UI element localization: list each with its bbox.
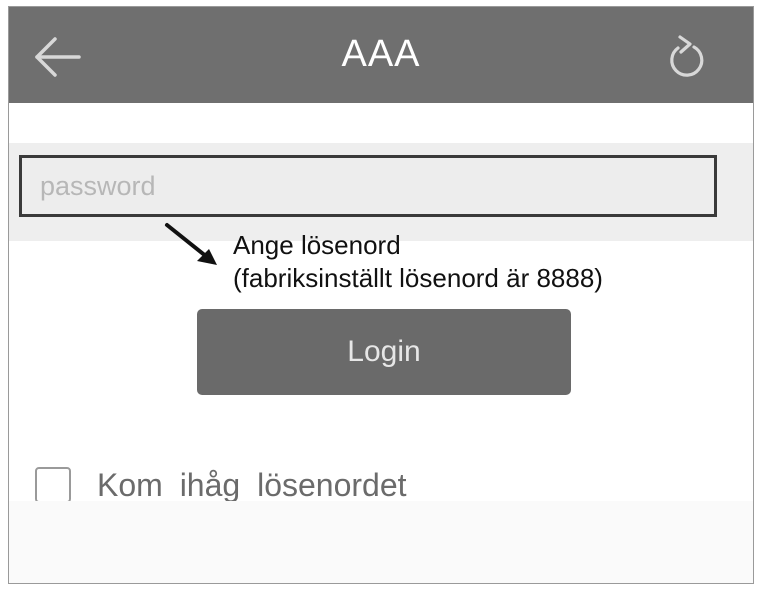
- remember-checkbox[interactable]: [35, 467, 71, 503]
- remember-password-toggle[interactable]: Kom ihåg lösenordet: [35, 465, 407, 505]
- app-bar: AAA: [9, 7, 753, 103]
- password-hint: Ange lösenord (fabriksinställt lösenord …: [233, 229, 603, 295]
- footer-area: [9, 501, 753, 583]
- app-title: AAA: [341, 33, 421, 75]
- spacer-band: [9, 103, 753, 143]
- password-input[interactable]: [19, 155, 717, 217]
- arrow-down-right-icon: [165, 223, 217, 265]
- app-screen: AAA Ange lösenord (fabriksinställt lösen…: [8, 6, 754, 584]
- hint-line-1: Ange lösenord: [233, 230, 401, 260]
- hint-line-2: (fabriksinställt lösenord är 8888): [233, 263, 603, 293]
- refresh-icon[interactable]: [663, 31, 709, 81]
- remember-label: Kom ihåg lösenordet: [97, 466, 407, 503]
- login-button[interactable]: Login: [197, 309, 571, 395]
